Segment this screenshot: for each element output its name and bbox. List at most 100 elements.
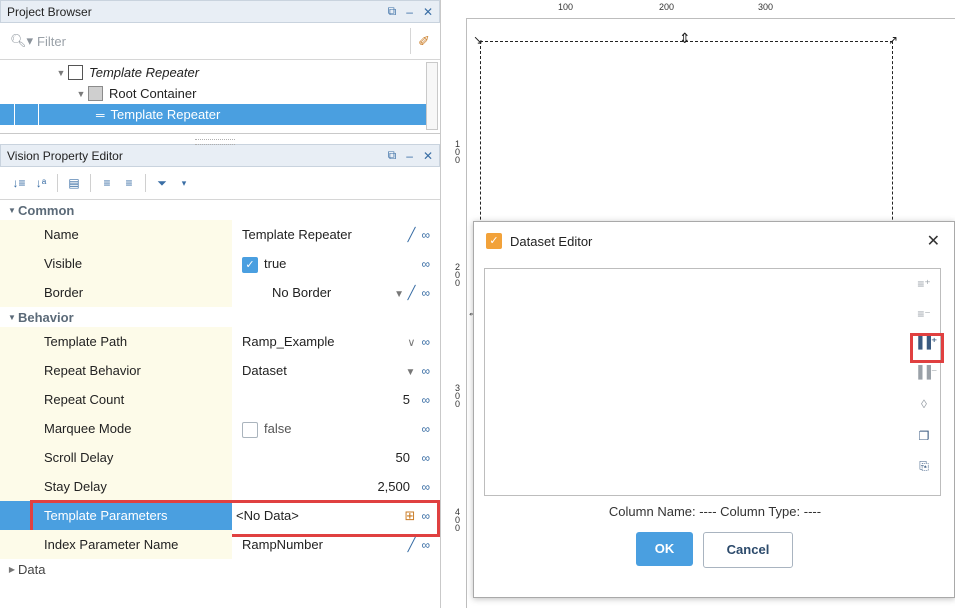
property-value[interactable]: Template Repeater	[242, 227, 352, 242]
link-icon[interactable]: ∞	[421, 393, 430, 407]
project-browser-titlebar: Project Browser ⧉ ‒ ✕	[0, 0, 440, 23]
tree-item-template-window[interactable]: ▼ Template Repeater	[0, 62, 426, 83]
visible-checkbox[interactable]: ✓	[242, 256, 258, 273]
tree-item-template-repeater[interactable]: ═ Template Repeater	[0, 104, 426, 125]
filter-properties-icon[interactable]: ⏷	[151, 172, 173, 194]
property-row-index-parameter[interactable]: Index Parameter Name RampNumber ╱ ∞	[0, 530, 440, 559]
cancel-button[interactable]: Cancel	[703, 532, 793, 568]
expand-all-icon[interactable]: ≡	[96, 172, 118, 194]
property-value[interactable]: Ramp_Example	[242, 334, 335, 349]
collapse-all-icon[interactable]: ≡	[118, 172, 140, 194]
add-row-icon[interactable]: ≡⁺	[914, 277, 934, 295]
property-label: Visible	[0, 249, 232, 278]
expand-arrow-icon[interactable]: ▼	[54, 68, 68, 78]
vertical-ruler: 100 200 300 400	[452, 18, 467, 608]
property-value: true	[264, 256, 287, 271]
link-icon[interactable]: ∞	[421, 451, 430, 465]
property-actions: ∞	[415, 414, 430, 444]
close-icon[interactable]: ✕	[927, 231, 940, 251]
property-label: Template Path	[0, 327, 232, 356]
edit-icon[interactable]: ╱	[408, 537, 416, 552]
highlight-box	[910, 333, 944, 363]
tree-item-label: Root Container	[109, 86, 197, 101]
property-actions: ∞	[415, 472, 430, 502]
property-list-icon[interactable]: ▤	[63, 172, 85, 194]
tree-scrollbar[interactable]	[426, 62, 438, 130]
property-row-scroll-delay[interactable]: Scroll Delay 50 ∞	[0, 443, 440, 472]
collapse-arrow-icon[interactable]: ▼	[6, 313, 18, 322]
splitter-grip[interactable]	[195, 139, 235, 145]
dropdown-arrow-icon[interactable]: ▼	[394, 289, 404, 300]
clear-filter-icon[interactable]: ✐	[410, 28, 437, 54]
property-row-template-parameters[interactable]: Template Parameters <No Data> ⊞ ∞	[0, 500, 440, 537]
section-label: Data	[18, 561, 46, 577]
property-label: Marquee Mode	[0, 414, 232, 443]
minimize-icon[interactable]: ‒	[406, 5, 413, 19]
close-icon[interactable]: ✕	[423, 149, 433, 163]
expand-arrow-icon[interactable]: ▶	[6, 565, 18, 574]
property-row-template-path[interactable]: Template Path Ramp_Example ∨ ∞	[0, 327, 440, 356]
property-row-repeat-count[interactable]: Repeat Count 5 ∞	[0, 385, 440, 414]
resize-handle-icon[interactable]: ↘	[473, 33, 483, 47]
property-value[interactable]: No Border	[272, 285, 331, 300]
property-row-name[interactable]: Name Template Repeater ╱ ∞	[0, 220, 440, 249]
filter-input[interactable]: 🔍︎▾ Filter	[6, 28, 406, 54]
section-data[interactable]: ▶ Data	[0, 559, 440, 579]
window-icon	[68, 65, 83, 80]
copy-icon[interactable]: ❐	[914, 429, 934, 447]
link-icon[interactable]: ∞	[421, 364, 430, 378]
toolbar-divider	[145, 174, 146, 192]
ok-button[interactable]: OK	[636, 532, 693, 566]
link-icon[interactable]: ∞	[421, 480, 430, 494]
property-value[interactable]: RampNumber	[242, 537, 323, 552]
property-row-border[interactable]: Border No Border ▼ ╱ ∞	[0, 278, 440, 307]
resize-handle-icon[interactable]: ↗	[888, 33, 898, 47]
collapse-arrow-icon[interactable]: ▼	[6, 206, 18, 215]
property-actions: ╱ ∞	[408, 220, 430, 250]
property-value[interactable]: 2,500	[377, 472, 410, 501]
dataset-toolbar: ≡⁺ ≡⁻ ▐▐⁺ ▐▐⁻ ◊ ❐ ⎘	[908, 268, 941, 496]
link-icon[interactable]: ∞	[421, 538, 430, 552]
sort-alpha-icon[interactable]: ↓ᵃ	[30, 172, 52, 194]
tree-item-label: Template Repeater	[89, 65, 200, 80]
link-icon[interactable]: ∞	[421, 228, 430, 242]
link-icon[interactable]: ∞	[421, 257, 430, 271]
dataset-editor-icon: ✓	[486, 233, 502, 249]
ruler-label: 400	[455, 507, 461, 533]
section-common[interactable]: ▼ Common	[0, 200, 440, 220]
section-behavior[interactable]: ▼ Behavior	[0, 307, 440, 327]
property-value[interactable]: 5	[403, 385, 410, 414]
eraser-icon[interactable]: ◊	[914, 397, 934, 415]
minimize-icon[interactable]: ‒	[406, 149, 413, 163]
property-actions: ∞	[415, 443, 430, 473]
edit-icon[interactable]: ╱	[408, 227, 416, 242]
link-icon[interactable]: ∞	[421, 335, 430, 349]
dataset-table[interactable]	[484, 268, 910, 496]
chevron-down-icon[interactable]: ∨	[407, 337, 415, 349]
close-icon[interactable]: ✕	[423, 5, 433, 19]
marquee-checkbox[interactable]	[242, 421, 258, 438]
link-icon[interactable]: ∞	[421, 422, 430, 436]
dropdown-arrow-icon[interactable]: ▼	[406, 367, 416, 378]
property-row-marquee-mode[interactable]: Marquee Mode false ∞	[0, 414, 440, 443]
property-label: Stay Delay	[0, 472, 232, 501]
float-icon[interactable]: ⧉	[388, 4, 397, 19]
property-row-stay-delay[interactable]: Stay Delay 2,500 ∞	[0, 472, 440, 501]
paste-icon[interactable]: ⎘	[914, 459, 934, 477]
property-value[interactable]: Dataset	[242, 363, 287, 378]
resize-handle-icon[interactable]: ⇕	[679, 30, 691, 47]
dialog-titlebar: ✓ Dataset Editor	[474, 222, 954, 260]
edit-icon[interactable]: ╱	[408, 285, 416, 300]
remove-column-icon[interactable]: ▐▐⁻	[914, 365, 937, 383]
property-row-repeat-behavior[interactable]: Repeat Behavior Dataset ▼ ∞	[0, 356, 440, 385]
property-value[interactable]: 50	[396, 443, 410, 472]
link-icon[interactable]: ∞	[421, 286, 430, 300]
property-row-visible[interactable]: Visible ✓ true ∞	[0, 249, 440, 278]
expand-arrow-icon[interactable]: ▼	[74, 89, 88, 99]
tree-item-root-container[interactable]: ▼ Root Container	[0, 83, 426, 104]
sort-category-icon[interactable]: ↓≡	[8, 172, 30, 194]
remove-row-icon[interactable]: ≡⁻	[914, 307, 934, 325]
property-actions: ╱ ∞	[408, 530, 430, 560]
chevron-down-icon[interactable]: ▾	[173, 172, 195, 194]
float-icon[interactable]: ⧉	[388, 148, 397, 163]
